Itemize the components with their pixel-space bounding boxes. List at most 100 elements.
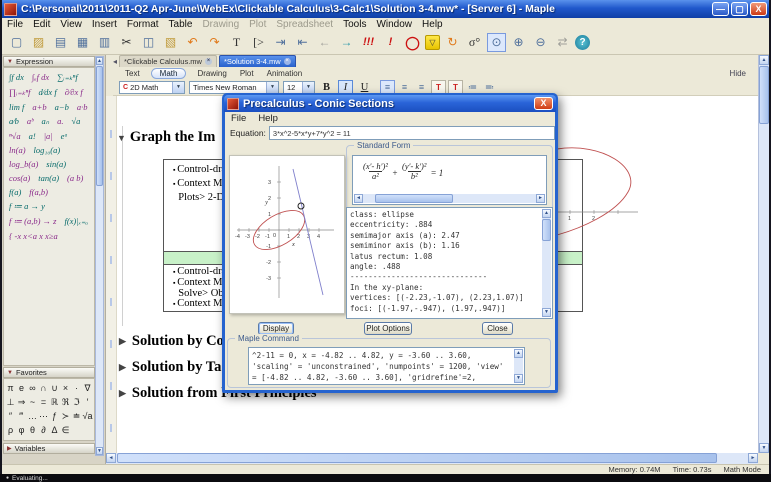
- expression-palette-item[interactable]: d∕dx f: [35, 85, 61, 100]
- mode-drawing[interactable]: Drawing: [195, 69, 228, 78]
- section-heading-graph[interactable]: ▼ Graph the Im: [117, 129, 215, 146]
- favorites-palette-item[interactable]: ∂: [38, 423, 49, 437]
- conic-info-textarea[interactable]: class: ellipse eccentricity: .884 semimajo…: [346, 207, 553, 319]
- scroll-down-icon[interactable]: ▼: [759, 443, 769, 453]
- expression-palette-item[interactable]: (a b): [63, 171, 87, 185]
- favorites-palette-item[interactable]: φ: [16, 423, 27, 437]
- font-select[interactable]: Times New Roman ▼: [189, 80, 279, 94]
- sidebar-scrollbar[interactable]: ▲ ▼: [95, 56, 104, 456]
- favorites-palette-item[interactable]: ∩: [38, 381, 49, 395]
- section-collapsed-icon[interactable]: ▶: [119, 362, 126, 373]
- section-solution-task[interactable]: ▶ Solution by Ta: [119, 359, 221, 376]
- expression-palette-item[interactable]: log₁₀(a): [30, 143, 65, 157]
- window-titlebar[interactable]: C:\Personal\2011\2011-Q2 Apr-June\WebEx\…: [0, 0, 771, 18]
- save-icon[interactable]: ▤: [51, 33, 70, 52]
- menu-help[interactable]: Help: [417, 19, 448, 30]
- favorites-palette-item[interactable]: ∪: [49, 381, 60, 395]
- forward-icon[interactable]: →: [337, 33, 356, 52]
- favorites-palette-item[interactable]: ℜ: [60, 395, 71, 409]
- section-solution-context[interactable]: ▶ Solution by Co: [119, 333, 224, 350]
- zoom-out-icon[interactable]: ⊖: [531, 33, 550, 52]
- menu-edit[interactable]: Edit: [28, 19, 55, 30]
- section-collapsed-icon[interactable]: ▶: [119, 336, 126, 347]
- chevron-down-icon[interactable]: ▼: [266, 81, 278, 93]
- scroll-up-icon[interactable]: ▲: [96, 57, 103, 65]
- expression-palette-item[interactable]: ∑ᵢ₌ₖⁿf: [53, 70, 82, 85]
- open-icon[interactable]: ▨: [29, 33, 48, 52]
- expression-palette-item[interactable]: ∏ᵢ₌ₖⁿf: [5, 85, 35, 100]
- scrollbar-thumb[interactable]: [117, 453, 717, 463]
- menu-spreadsheet[interactable]: Spreadsheet: [271, 19, 338, 30]
- favorites-palette-item[interactable]: ≻: [60, 409, 71, 423]
- dialog-menu-help[interactable]: Help: [258, 113, 278, 124]
- outdent-icon[interactable]: ⇤: [293, 33, 312, 52]
- section-expanded-icon[interactable]: ▼: [117, 133, 126, 143]
- favorites-palette-item[interactable]: ℝ: [49, 395, 60, 409]
- expression-palette-item[interactable]: √a: [67, 114, 84, 129]
- restore-button[interactable]: ▢: [731, 2, 748, 16]
- scroll-left-icon[interactable]: ◄: [354, 194, 363, 203]
- favorites-palette-item[interactable]: ƒ: [49, 409, 60, 423]
- favorites-palette-item[interactable]: ≐: [71, 409, 82, 423]
- expression-palette-item[interactable]: { -x x<a x x≥a: [5, 229, 62, 243]
- expression-palette-item[interactable]: ⁿ√a: [5, 129, 25, 143]
- execute-icon[interactable]: !: [381, 33, 400, 52]
- menu-tools[interactable]: Tools: [338, 19, 371, 30]
- info-vscrollbar[interactable]: ▲ ▼: [542, 209, 551, 317]
- expression-palette-item[interactable]: log_b(a): [5, 157, 42, 171]
- favorites-palette-item[interactable]: ×: [60, 381, 71, 395]
- mode-animation[interactable]: Animation: [265, 69, 305, 78]
- scroll-down-icon[interactable]: ▼: [514, 374, 523, 383]
- favorites-palette-item[interactable]: ρ: [5, 423, 16, 437]
- dialog-titlebar[interactable]: Precalculus - Conic Sections X: [224, 95, 556, 112]
- undo-icon[interactable]: ↶: [183, 33, 202, 52]
- scroll-up-icon[interactable]: ▲: [542, 209, 551, 218]
- favorites-palette-item[interactable]: ‴: [16, 409, 27, 423]
- debug-icon[interactable]: ▽: [425, 35, 440, 50]
- favorites-palette-item[interactable]: ⇒: [16, 395, 27, 409]
- cut-icon[interactable]: ✂: [117, 33, 136, 52]
- interrupt-icon[interactable]: ◯: [403, 33, 422, 52]
- expression-palette-item[interactable]: a!: [25, 129, 40, 143]
- favorites-palette-item[interactable]: ″: [5, 409, 16, 423]
- tab-close-icon[interactable]: ×: [204, 58, 212, 65]
- paste-icon[interactable]: ▧: [161, 33, 180, 52]
- expression-palette-item[interactable]: sin(a): [42, 157, 70, 171]
- chevron-down-icon[interactable]: ▼: [302, 81, 314, 93]
- favorites-palette-item[interactable]: ℑ: [71, 395, 82, 409]
- close-window-button[interactable]: X: [750, 2, 767, 16]
- chevron-down-icon[interactable]: ▼: [172, 81, 184, 93]
- favorites-palette-item[interactable]: π: [5, 381, 16, 395]
- redo-icon[interactable]: ↷: [205, 33, 224, 52]
- worksheet-vscrollbar[interactable]: ▲ ▼: [758, 55, 769, 453]
- expression-palette-item[interactable]: cos(a): [5, 171, 34, 185]
- hide-toolbar-button[interactable]: Hide: [730, 69, 746, 78]
- expression-palette-item[interactable]: a·b: [73, 100, 92, 114]
- favorites-palette-item[interactable]: e: [16, 381, 27, 395]
- expression-palette-item[interactable]: f(a,b): [25, 185, 52, 199]
- copy-icon[interactable]: ◫: [139, 33, 158, 52]
- expression-palette-item[interactable]: a.: [53, 114, 67, 129]
- maple-command-textarea[interactable]: ^2-11 = 0, x = -4.82 .. 4.82, y = -3.60 …: [248, 347, 525, 385]
- expression-palette-item[interactable]: f(x)|ₓ₌ₐ: [60, 214, 92, 229]
- back-icon[interactable]: ←: [315, 33, 334, 52]
- menu-table[interactable]: Table: [164, 19, 198, 30]
- tab-toggle-icon[interactable]: ⇄: [553, 33, 572, 52]
- help-icon[interactable]: ?: [575, 35, 590, 50]
- print-preview-icon[interactable]: ▥: [95, 33, 114, 52]
- expression-palette-item[interactable]: ln(a): [5, 143, 30, 157]
- menu-plot[interactable]: Plot: [244, 19, 271, 30]
- tab-clickable-calculus[interactable]: *Clickable Calculus.mw ×: [119, 55, 217, 67]
- expression-palette-item[interactable]: eᵃ: [57, 129, 72, 143]
- zoom-reset-icon[interactable]: ⊙: [487, 33, 506, 52]
- plot-options-button[interactable]: Plot Options: [364, 322, 412, 335]
- menu-drawing[interactable]: Drawing: [197, 19, 244, 30]
- section-collapsed-icon[interactable]: ▶: [119, 388, 126, 399]
- favorites-palette-item[interactable]: √a: [82, 409, 93, 423]
- minimize-button[interactable]: —: [712, 2, 729, 16]
- scroll-left-icon[interactable]: ◄: [106, 453, 116, 463]
- dialog-close-icon[interactable]: X: [534, 97, 553, 110]
- worksheet-hscrollbar[interactable]: ◄ ►: [106, 453, 758, 464]
- expression-palette-item[interactable]: lim f: [5, 100, 28, 114]
- expression-palette-item[interactable]: ∫ₐf dx: [28, 70, 53, 85]
